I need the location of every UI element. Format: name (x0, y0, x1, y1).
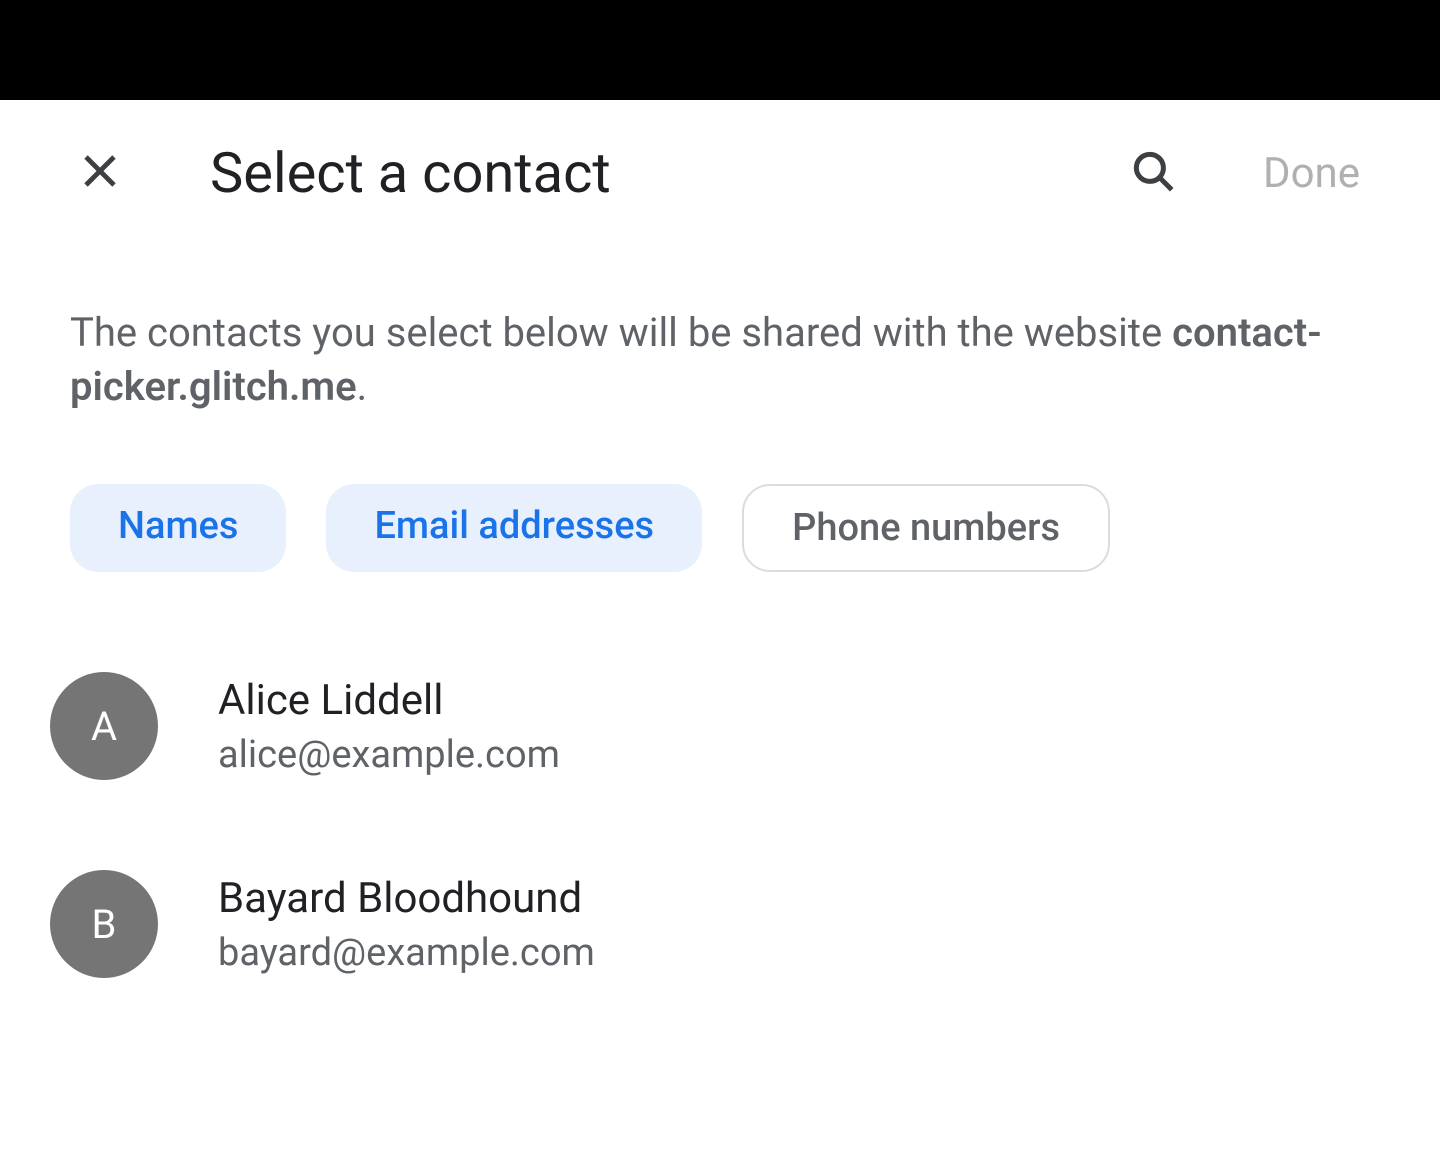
description-suffix: . (357, 363, 368, 410)
contact-item[interactable]: B Bayard Bloodhound bayard@example.com (50, 840, 1370, 1038)
share-description: The contacts you select below will be sh… (0, 226, 1440, 454)
contact-list: A Alice Liddell alice@example.com B Baya… (0, 612, 1440, 1038)
close-icon (76, 147, 124, 199)
avatar: A (50, 672, 158, 780)
search-icon (1128, 146, 1178, 200)
contact-text: Alice Liddell alice@example.com (218, 676, 560, 777)
avatar: B (50, 870, 158, 978)
page-title: Select a contact (180, 140, 1073, 206)
chip-email-addresses[interactable]: Email addresses (326, 484, 702, 572)
close-button[interactable] (70, 143, 130, 203)
contact-name: Bayard Bloodhound (218, 874, 595, 923)
contact-name: Alice Liddell (218, 676, 560, 725)
header: Select a contact Done (0, 100, 1440, 226)
contact-email: alice@example.com (218, 733, 560, 777)
contact-item[interactable]: A Alice Liddell alice@example.com (50, 642, 1370, 840)
contact-text: Bayard Bloodhound bayard@example.com (218, 874, 595, 975)
contact-email: bayard@example.com (218, 931, 595, 975)
chip-names[interactable]: Names (70, 484, 286, 572)
status-bar (0, 0, 1440, 100)
chip-phone-numbers[interactable]: Phone numbers (742, 484, 1110, 572)
search-button[interactable] (1123, 143, 1183, 203)
description-prefix: The contacts you select below will be sh… (70, 309, 1172, 356)
filter-chips: Names Email addresses Phone numbers (0, 454, 1440, 612)
done-button[interactable]: Done (1263, 149, 1370, 198)
